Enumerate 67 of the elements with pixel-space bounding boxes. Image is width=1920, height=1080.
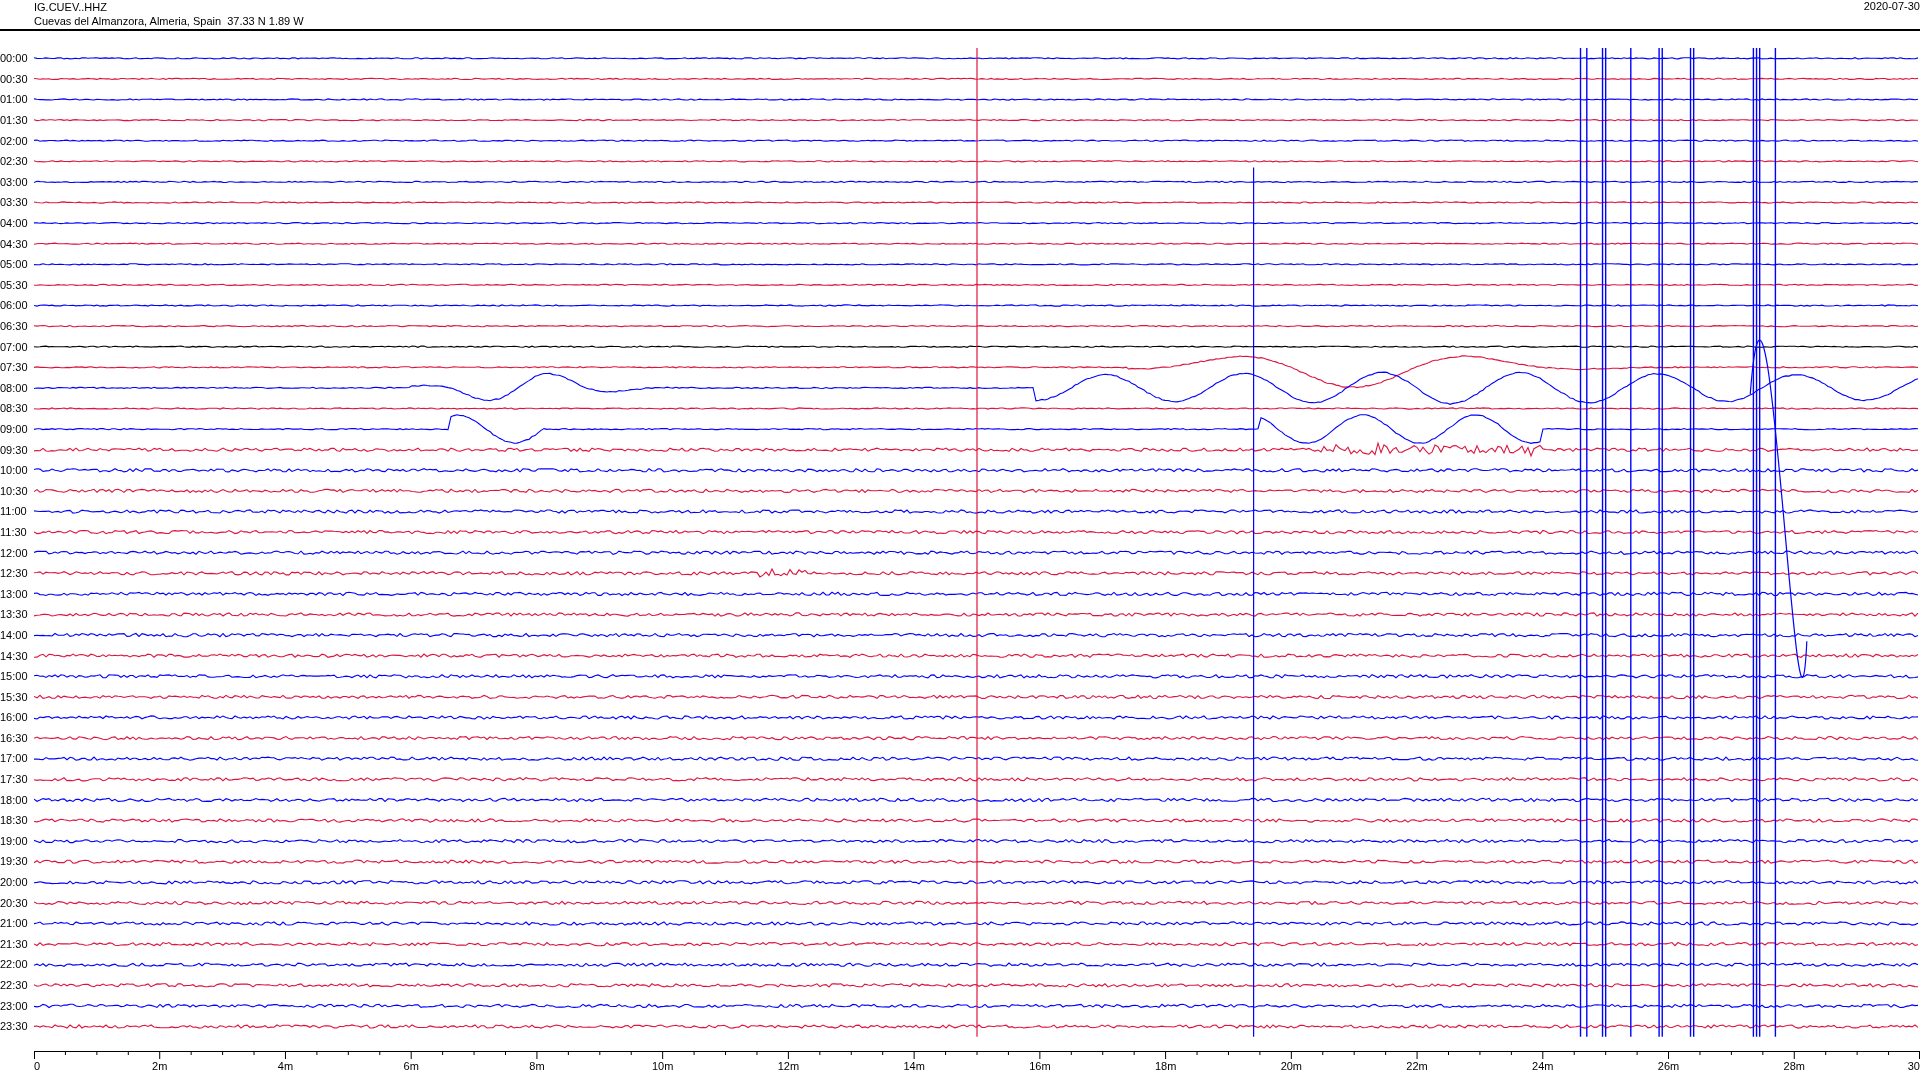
station-code: IG.CUEV..HHZ <box>34 0 108 14</box>
hour-label: 15:30 <box>0 690 28 703</box>
time-tick-label: 28m <box>1783 1059 1805 1072</box>
time-tick-label: 6m <box>403 1059 419 1072</box>
hour-label: 03:30 <box>0 196 28 209</box>
time-tick-label: 20m <box>1280 1059 1303 1072</box>
hour-label: 08:00 <box>0 381 28 394</box>
station-location: Cuevas del Almanzora, Almeria, Spain 37.33 N 1.89 W <box>34 14 304 28</box>
hour-label: 11:00 <box>0 505 27 518</box>
hour-label: 11:30 <box>0 525 27 538</box>
hour-label: 13:00 <box>0 587 28 600</box>
hour-label: 04:00 <box>0 217 28 230</box>
hour-label: 13:30 <box>0 608 28 621</box>
hour-label: 12:30 <box>0 567 28 580</box>
hour-label: 20:00 <box>0 876 28 889</box>
hour-label: 14:00 <box>0 628 28 641</box>
hour-label: 22:30 <box>0 979 28 991</box>
hour-label: 08:30 <box>0 402 28 415</box>
hour-label: 21:30 <box>0 937 28 950</box>
hour-label: 00:30 <box>0 72 28 85</box>
hour-label: 22:00 <box>0 958 28 971</box>
hour-label: 10:30 <box>0 484 28 497</box>
hour-label: 21:00 <box>0 917 28 930</box>
date-label: 2020-07-30 <box>1863 0 1920 14</box>
hour-label: 17:30 <box>0 773 28 786</box>
time-tick-label: 16m <box>1029 1059 1051 1072</box>
time-tick-label: 24m <box>1532 1059 1554 1072</box>
time-tick-label: 26m <box>1657 1059 1680 1072</box>
hour-label: 01:00 <box>0 93 28 106</box>
hour-label: 19:30 <box>0 855 28 868</box>
hour-label: 14:30 <box>0 649 28 662</box>
time-tick-label: 8m <box>529 1059 545 1072</box>
hour-label: 07:00 <box>0 340 28 353</box>
hour-label: 06:00 <box>0 299 28 312</box>
hour-label: 01:30 <box>0 114 28 127</box>
hour-label: 23:30 <box>0 1020 28 1033</box>
hour-label: 04:30 <box>0 237 28 250</box>
hour-label: 12:00 <box>0 546 28 559</box>
hour-label: 19:00 <box>0 834 28 847</box>
time-tick-label: 12m <box>777 1059 800 1072</box>
time-tick-label: 10m <box>651 1059 674 1072</box>
hour-label: 15:00 <box>0 670 28 683</box>
hour-label: 23:00 <box>0 999 28 1012</box>
time-tick-label: 22m <box>1406 1059 1428 1072</box>
time-tick-label: 2m <box>152 1059 168 1072</box>
hour-label: 18:00 <box>0 793 28 806</box>
hour-label: 09:00 <box>0 423 28 435</box>
time-tick-label: 18m <box>1154 1059 1177 1072</box>
hour-label: 09:30 <box>0 443 28 456</box>
hour-label: 06:30 <box>0 320 28 332</box>
hour-label: 03:00 <box>0 175 28 188</box>
hour-label: 20:30 <box>0 896 28 909</box>
hour-label: 05:00 <box>0 258 28 271</box>
time-tick-label: 4m <box>277 1059 294 1072</box>
hour-label: 05:30 <box>0 278 28 291</box>
hour-label: 16:30 <box>0 731 28 744</box>
time-tick-label: 14m <box>903 1059 925 1072</box>
hour-label: 00:00 <box>0 52 28 65</box>
hour-label: 17:00 <box>0 752 28 765</box>
hour-label: 16:00 <box>0 711 28 724</box>
hour-label: 10:00 <box>0 464 28 477</box>
hour-label: 18:30 <box>0 814 28 827</box>
hour-label: 02:00 <box>0 134 28 147</box>
time-tick-label: 30 <box>1907 1059 1920 1072</box>
hour-label: 02:30 <box>0 155 28 168</box>
time-tick-label: 0 <box>34 1059 41 1072</box>
hour-label: 07:30 <box>0 361 28 374</box>
